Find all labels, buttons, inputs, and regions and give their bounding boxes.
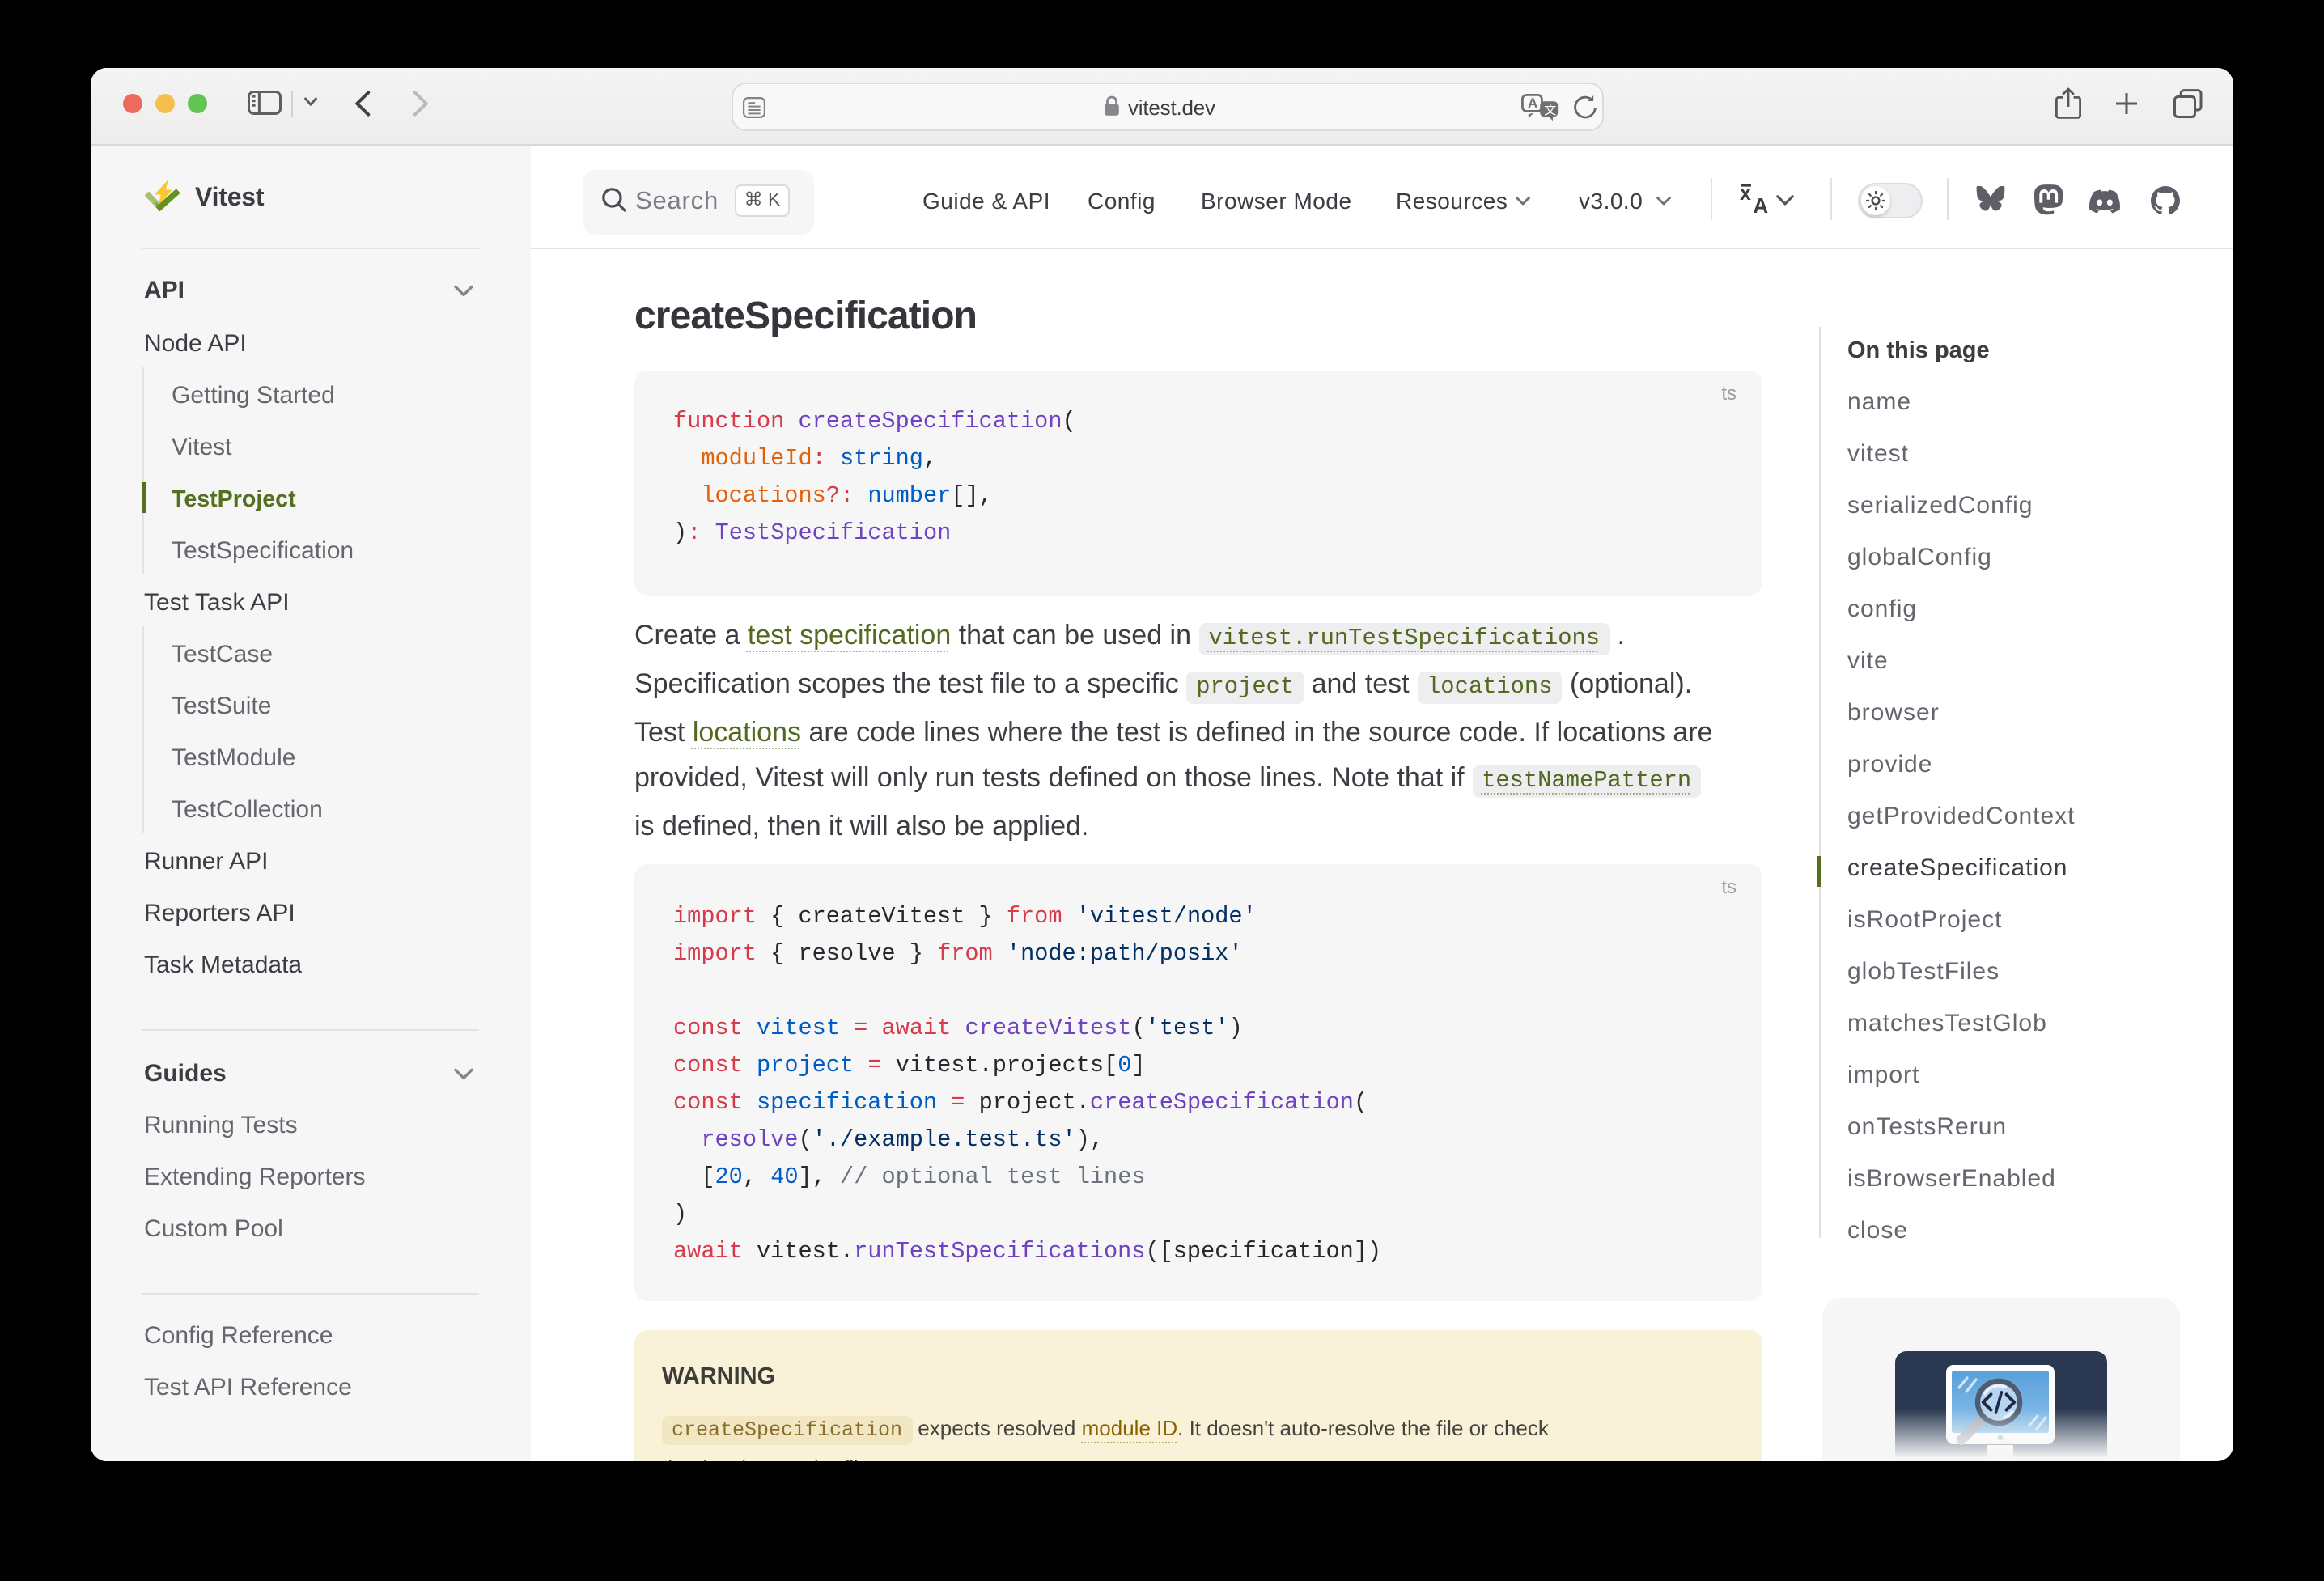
svg-text:文: 文	[1544, 104, 1556, 117]
svg-text:A: A	[1753, 193, 1768, 215]
svg-text:A: A	[1528, 95, 1537, 111]
